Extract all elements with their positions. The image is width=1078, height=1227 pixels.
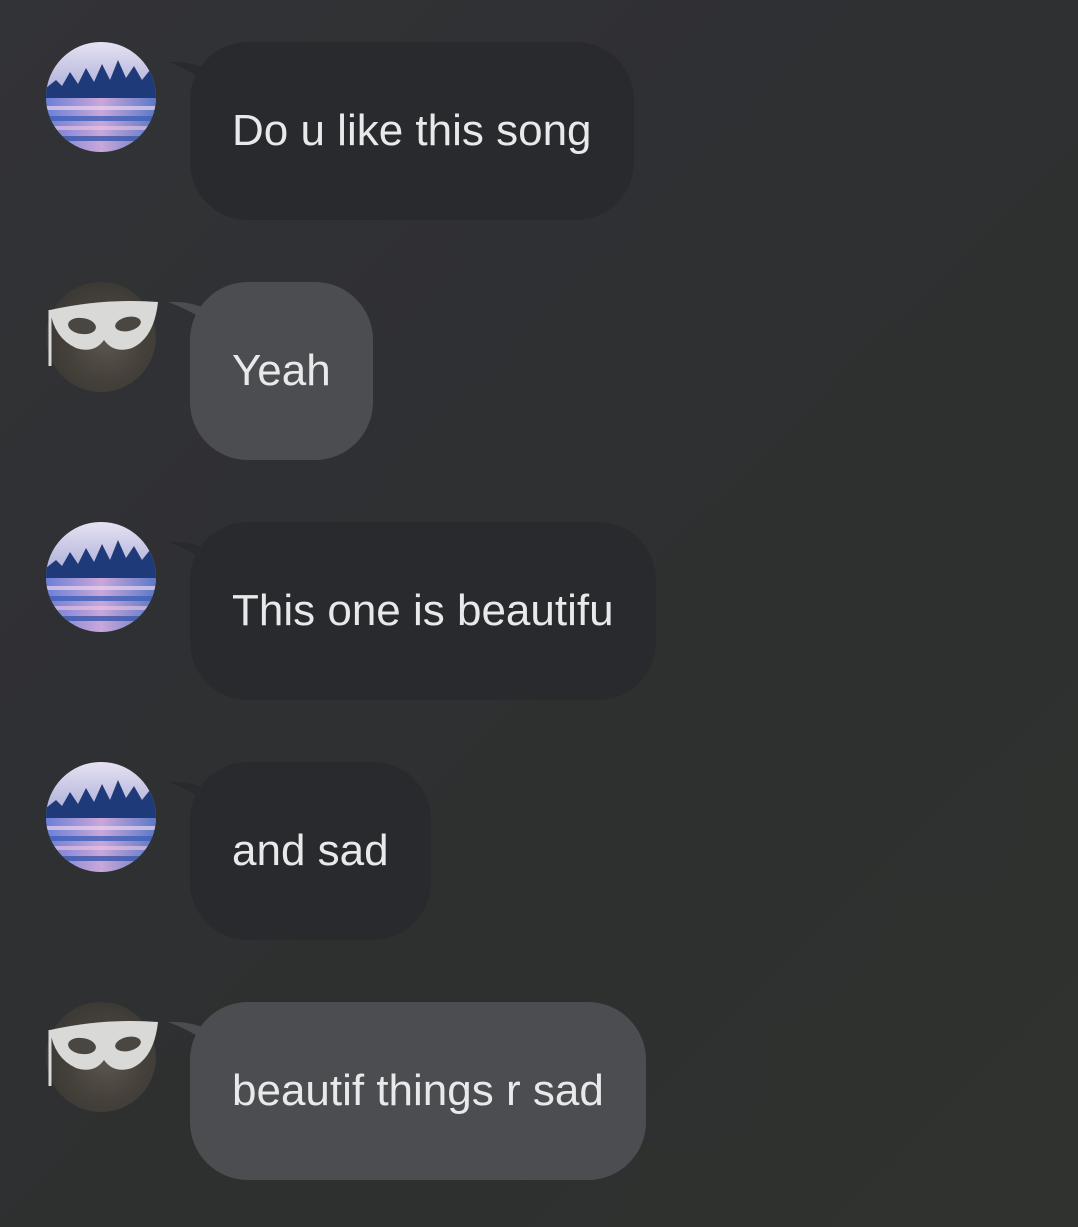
message-text: and sad xyxy=(232,826,389,875)
lake-avatar[interactable] xyxy=(46,522,156,632)
message-bubble[interactable]: beautif things r sad xyxy=(190,1002,646,1180)
chat-thread: Do u like this song Yeah This one is bea… xyxy=(0,0,1078,1227)
lake-landscape-icon xyxy=(46,762,156,872)
lake-landscape-icon xyxy=(46,42,156,152)
mask-avatar[interactable] xyxy=(46,282,158,392)
message-row: This one is beautifu xyxy=(0,522,1078,702)
message-bubble[interactable]: and sad xyxy=(190,762,431,940)
message-row: Do u like this song xyxy=(0,42,1078,222)
message-bubble[interactable]: Yeah xyxy=(190,282,373,460)
message-text: Yeah xyxy=(232,346,331,395)
lake-landscape-icon xyxy=(46,522,156,632)
message-row: and sad xyxy=(0,762,1078,942)
masquerade-mask-icon xyxy=(48,1021,158,1086)
masquerade-mask-icon xyxy=(48,301,158,366)
message-row: beautif things r sad xyxy=(0,1002,1078,1182)
lake-avatar[interactable] xyxy=(46,42,156,152)
message-text: Do u like this song xyxy=(232,106,592,155)
mask-avatar[interactable] xyxy=(46,1002,158,1112)
message-bubble[interactable]: Do u like this song xyxy=(190,42,634,220)
message-bubble[interactable]: This one is beautifu xyxy=(190,522,656,700)
message-text: This one is beautifu xyxy=(232,586,614,635)
lake-avatar[interactable] xyxy=(46,762,156,872)
message-row: Yeah xyxy=(0,282,1078,462)
message-text: beautif things r sad xyxy=(232,1066,604,1115)
